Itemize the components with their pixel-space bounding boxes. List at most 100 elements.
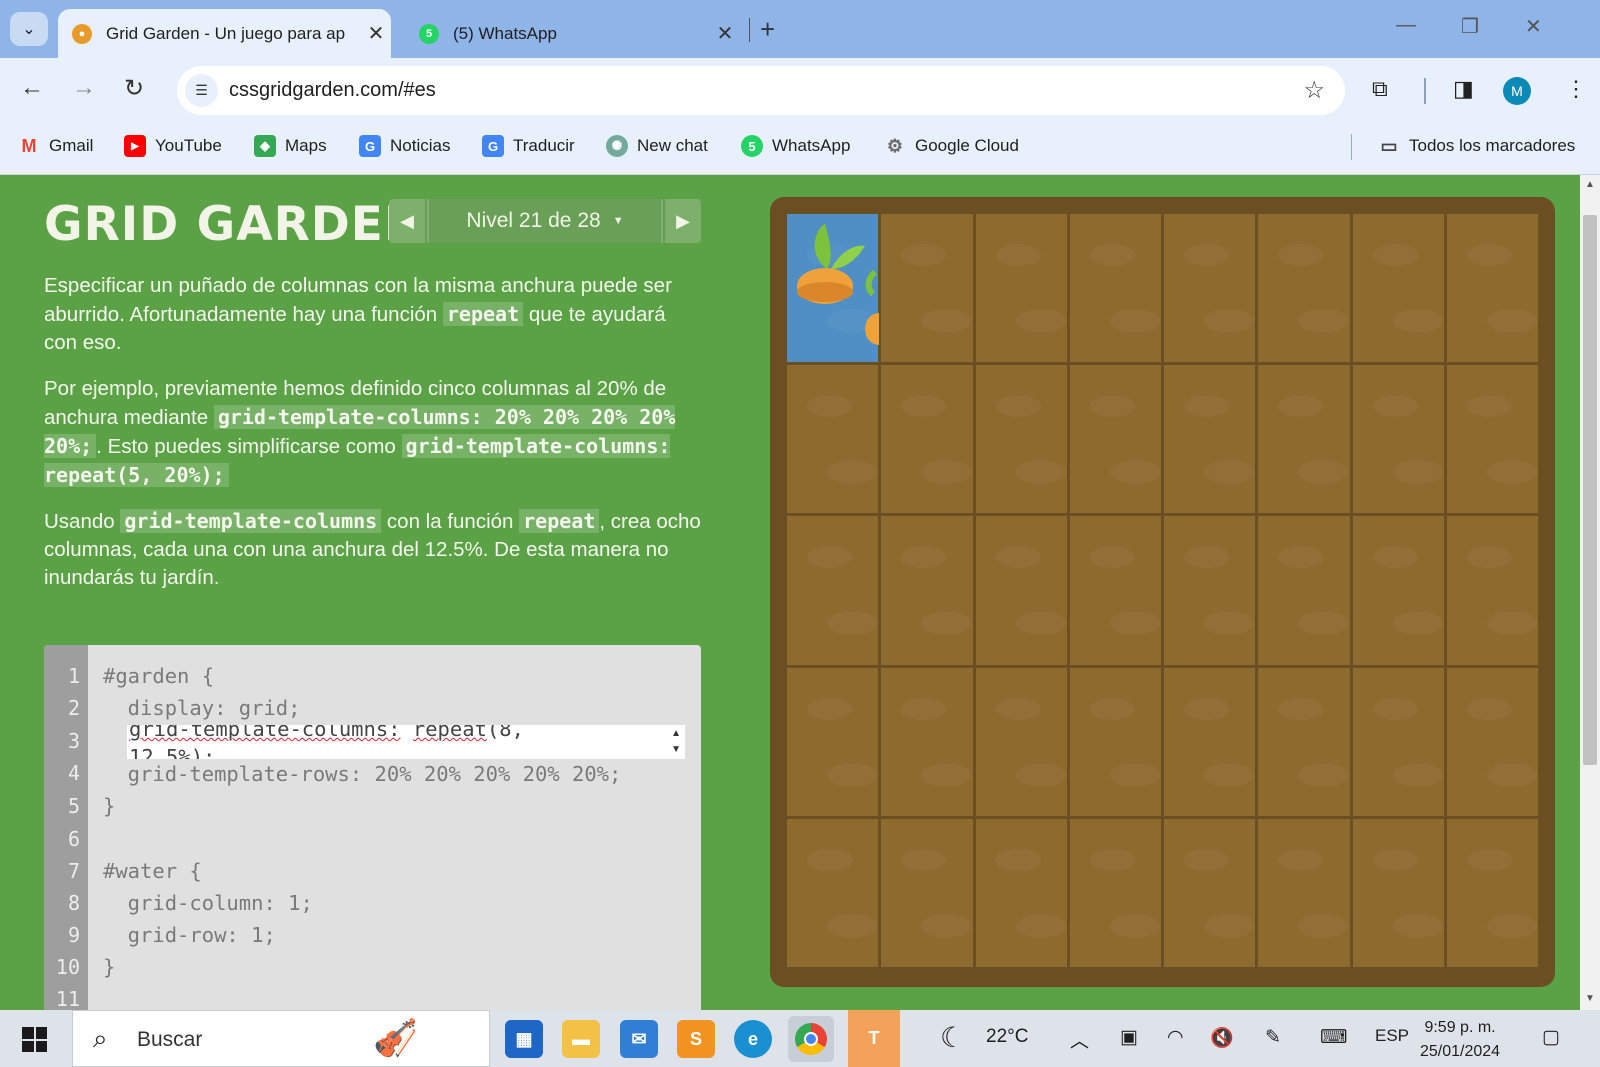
level-dropdown[interactable]: Nivel 21 de 28 ▼	[429, 199, 661, 243]
chevron-up-icon[interactable]: ︿	[1070, 1026, 1089, 1053]
soil-cell	[1352, 818, 1444, 967]
address-bar[interactable]: ☰ cssgridgarden.com/#es ☆	[177, 66, 1345, 115]
page-scrollbar[interactable]: ▲ ▼	[1580, 175, 1600, 1010]
tab-title: (5) WhatsApp	[453, 23, 557, 43]
bookmarks-divider	[1351, 134, 1352, 160]
pen-icon[interactable]: ✎	[1265, 1026, 1281, 1049]
scroll-up-icon[interactable]: ▲	[671, 728, 681, 739]
teams-icon[interactable]: T	[848, 1010, 900, 1067]
clock[interactable]: 9:59 p. m. 25/01/2024	[1420, 1016, 1500, 1064]
soil-cell	[975, 667, 1067, 816]
soil-cell	[1352, 214, 1444, 363]
new-tab-button[interactable]: +	[760, 14, 775, 45]
code-line: display: grid;	[103, 696, 301, 720]
soil-cell	[1352, 365, 1444, 514]
code-line: grid-template-rows: 20% 20% 20% 20% 20%;	[103, 762, 622, 786]
code-line: #garden {	[103, 664, 215, 688]
soil-cell	[1069, 214, 1161, 363]
bookmark-google-cloud[interactable]: ⚙ Google Cloud	[884, 135, 1019, 157]
soil-cell	[975, 214, 1067, 363]
back-button[interactable]: ←	[20, 74, 44, 102]
carrot-icon: ●	[72, 23, 92, 44]
close-icon[interactable]: ✕	[361, 21, 391, 46]
bookmark-maps[interactable]: ◆ Maps	[254, 135, 327, 157]
tab-whatsapp[interactable]: 5 (5) WhatsApp ✕	[405, 9, 740, 58]
bookmark-youtube[interactable]: ▶ YouTube	[124, 135, 222, 157]
taskbar-search[interactable]: ⌕ Buscar 🎻	[72, 1010, 490, 1067]
code-input[interactable]: grid-template-columns: repeat(8, 12.5%);…	[127, 725, 685, 759]
tab-strip: ⌄ ● Grid Garden - Un juego para ap ✕ 5 (…	[0, 0, 1600, 58]
restore-button[interactable]: ❐	[1461, 14, 1479, 39]
file-explorer-icon[interactable]: ▬	[562, 1020, 600, 1058]
bookmark-new-chat[interactable]: ✺ New chat	[606, 135, 708, 157]
wifi-icon[interactable]: ◠	[1167, 1026, 1184, 1049]
maps-icon: ◆	[254, 135, 276, 157]
chevron-down-icon: ⌄	[22, 21, 36, 38]
all-bookmarks[interactable]: ▭ Todos los marcadores	[1378, 135, 1575, 157]
soil-cell	[1258, 818, 1350, 967]
soil-cell	[881, 365, 973, 514]
mail-icon[interactable]: ✉	[620, 1020, 658, 1058]
code-snippet: grid-template-columns	[120, 509, 382, 533]
minimize-button[interactable]: —	[1396, 14, 1416, 37]
youtube-icon: ▶	[124, 135, 146, 157]
previous-level-button[interactable]: ◀	[389, 199, 427, 243]
close-icon[interactable]: ✕	[710, 21, 740, 46]
bookmark-traducir[interactable]: G Traducir	[482, 135, 575, 157]
microsoft-store-icon[interactable]: ▦	[505, 1020, 543, 1058]
touch-keyboard-icon[interactable]: ⌨	[1320, 1026, 1347, 1049]
code-line: }	[103, 794, 116, 818]
meet-icon[interactable]: ▣	[1120, 1026, 1138, 1049]
soil-cell	[1164, 516, 1256, 665]
line-number-gutter: 1 2 3 4 5 6 7 8 9 10 11	[44, 645, 88, 1010]
code-line: }	[103, 955, 116, 979]
garden-board	[770, 197, 1555, 987]
css-editor: 1 2 3 4 5 6 7 8 9 10 11 #garden { displa…	[44, 645, 701, 1010]
weather-temperature[interactable]: 22°C	[986, 1026, 1028, 1048]
soil-cell	[1069, 667, 1161, 816]
tab-divider	[749, 18, 750, 42]
soil-cell	[975, 516, 1067, 665]
windows-start-button[interactable]	[22, 1027, 47, 1052]
notifications-icon[interactable]: ▢	[1542, 1026, 1560, 1049]
scroll-up-icon[interactable]: ▲	[1585, 179, 1595, 190]
arrow-right-icon: ▶	[676, 210, 690, 231]
language-indicator[interactable]: ESP	[1375, 1026, 1409, 1046]
volume-muted-icon[interactable]: 🔇	[1210, 1026, 1234, 1050]
soil-cell	[881, 667, 973, 816]
sublime-text-icon[interactable]: S	[677, 1020, 715, 1058]
code-line: grid-column: 1;	[103, 891, 313, 915]
tab-grid-garden[interactable]: ● Grid Garden - Un juego para ap ✕	[58, 9, 391, 58]
side-panel-icon[interactable]: ◨	[1453, 76, 1474, 102]
gear-icon: ⚙	[886, 135, 904, 156]
folder-icon: ▭	[1380, 135, 1398, 156]
soil-cell	[1258, 214, 1350, 363]
scroll-down-icon[interactable]: ▼	[1585, 993, 1595, 1004]
bookmark-gmail[interactable]: M Gmail	[18, 135, 94, 157]
chrome-icon[interactable]	[788, 1016, 834, 1062]
bookmark-noticias[interactable]: G Noticias	[359, 135, 450, 157]
soil-cell	[1164, 365, 1256, 514]
scroll-down-icon[interactable]: ▼	[671, 744, 681, 755]
soil-cell	[1446, 214, 1538, 363]
bookmark-whatsapp[interactable]: 5 WhatsApp	[741, 135, 850, 157]
whatsapp-icon: 5	[419, 23, 439, 44]
bookmark-star-icon[interactable]: ☆	[1303, 76, 1325, 105]
menu-icon[interactable]: ⋮	[1565, 76, 1587, 102]
soil-cell	[1446, 818, 1538, 967]
site-info-icon[interactable]: ☰	[185, 74, 218, 107]
page-title: GRID GARDEN	[44, 197, 425, 252]
moon-icon: ☾	[940, 1022, 966, 1053]
soil-cell	[1352, 516, 1444, 665]
extensions-icon[interactable]: ⧉	[1372, 76, 1388, 102]
avatar[interactable]: M	[1503, 77, 1531, 105]
close-window-button[interactable]: ✕	[1525, 14, 1542, 39]
edge-icon[interactable]: e	[734, 1020, 772, 1058]
next-level-button[interactable]: ▶	[663, 199, 701, 243]
instructions-paragraph-1: Especificar un puñado de columnas con la…	[44, 274, 672, 354]
tab-search-button[interactable]: ⌄	[10, 12, 48, 46]
soil-cell	[881, 818, 973, 967]
forward-button[interactable]: →	[72, 74, 96, 102]
reload-button[interactable]: ↻	[124, 74, 144, 103]
scroll-thumb[interactable]	[1583, 215, 1597, 765]
